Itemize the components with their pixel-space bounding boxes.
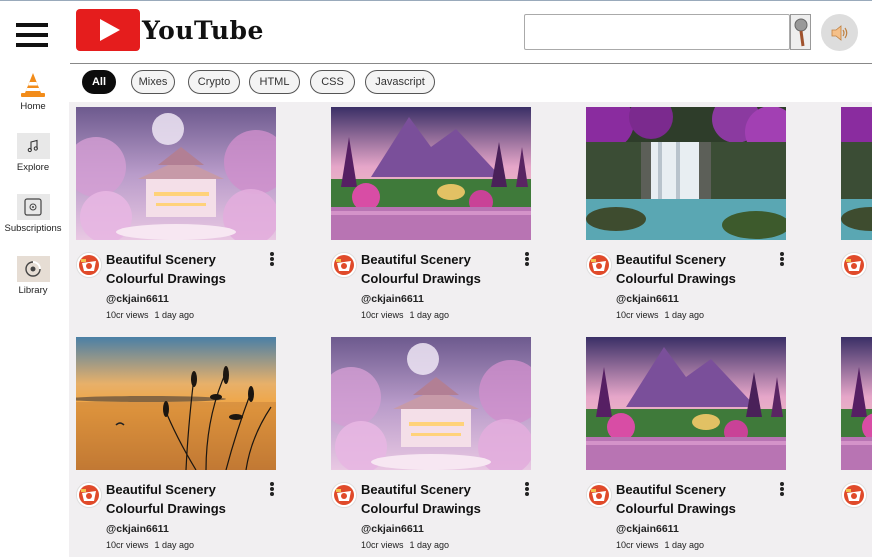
upload-age: 1 day ago [154,540,195,550]
channel-avatar[interactable] [331,252,357,278]
upload-age: 1 day ago [664,310,705,320]
music-note-icon [16,133,50,159]
upload-age: 1 day ago [154,310,195,320]
more-options-icon[interactable] [779,482,785,496]
video-thumbnail[interactable] [841,337,872,470]
view-count: 10cr views [361,310,404,320]
sidebar-item-label: Explore [16,162,50,173]
channel-name[interactable]: @ckjain6611 [106,523,169,535]
video-thumbnail[interactable] [331,107,531,240]
view-count: 10cr views [106,540,149,550]
view-count: 10cr views [106,310,149,320]
youtube-logo[interactable]: YouTube [76,9,264,51]
video-card[interactable]: Beautiful Scenery Colourful Drawings @ck… [579,102,799,327]
video-title[interactable]: Beautiful Scenery Colourful Drawings [616,480,766,518]
upload-age: 1 day ago [664,540,705,550]
video-title[interactable]: Beautiful Scenery Colourful Drawings [616,250,766,288]
sidebar-item-library[interactable]: Library [0,256,66,296]
video-card[interactable]: Beautiful Scenery Colourful Drawings @ck… [324,332,544,557]
channel-avatar[interactable] [586,482,612,508]
video-title[interactable]: Beautiful Scenery Colourful Drawings [361,250,511,288]
video-grid: Beautiful Scenery Colourful Drawings @ck… [69,102,872,557]
video-thumbnail[interactable] [841,107,872,240]
more-options-icon[interactable] [524,252,530,266]
sidebar-item-explore[interactable]: Explore [0,133,66,173]
video-card[interactable]: Beautiful Scenery Colourful Drawings @ck… [324,102,544,327]
hamburger-menu-icon[interactable] [16,23,48,47]
sidebar-item-label: Subscriptions [4,223,62,234]
chip-javascript[interactable]: Javascript [365,70,435,94]
video-meta: 10cr views 1 day ago [616,310,704,320]
search-input[interactable] [524,14,790,50]
more-options-icon[interactable] [779,252,785,266]
video-card[interactable]: Beautiful Scenery Colourful Drawings @ck… [579,332,799,557]
video-meta: 10cr views 1 day ago [361,310,449,320]
sidebar: Home Explore Subscriptions Library [0,63,68,557]
upload-age: 1 day ago [409,540,450,550]
channel-name[interactable]: @ckjain6611 [106,293,169,305]
video-thumbnail[interactable] [76,337,276,470]
chip-crypto[interactable]: Crypto [188,70,240,94]
video-card-partial[interactable] [834,332,872,557]
subscriptions-icon [16,194,50,220]
upload-age: 1 day ago [409,310,450,320]
more-options-icon[interactable] [524,482,530,496]
video-meta: 10cr views 1 day ago [361,540,449,550]
chip-css[interactable]: CSS [310,70,355,94]
video-thumbnail[interactable] [76,107,276,240]
channel-avatar[interactable] [76,482,102,508]
logo-text: YouTube [142,15,264,45]
channel-name[interactable]: @ckjain6611 [616,293,679,305]
channel-avatar[interactable] [76,252,102,278]
more-options-icon[interactable] [269,252,275,266]
search-button[interactable] [790,14,811,50]
library-icon [16,256,50,282]
view-count: 10cr views [361,540,404,550]
play-icon [76,9,140,51]
sidebar-item-home[interactable]: Home [0,72,66,112]
view-count: 10cr views [616,310,659,320]
sidebar-item-label: Home [20,101,46,112]
video-thumbnail[interactable] [586,107,786,240]
vlc-cone-icon [17,72,50,98]
video-meta: 10cr views 1 day ago [106,540,194,550]
channel-avatar[interactable] [586,252,612,278]
voice-search-button[interactable] [821,14,858,51]
video-thumbnail[interactable] [331,337,531,470]
sidebar-item-label: Library [18,285,48,296]
channel-avatar[interactable] [331,482,357,508]
video-card[interactable]: Beautiful Scenery Colourful Drawings @ck… [69,332,289,557]
channel-avatar[interactable] [841,252,867,278]
video-thumbnail[interactable] [586,337,786,470]
chip-all[interactable]: All [82,70,116,94]
channel-avatar[interactable] [841,482,867,508]
video-title[interactable]: Beautiful Scenery Colourful Drawings [106,480,256,518]
video-title[interactable]: Beautiful Scenery Colourful Drawings [106,250,256,288]
header: YouTube [0,1,872,64]
chip-html[interactable]: HTML [249,70,300,94]
microphone-icon [794,18,807,47]
video-title[interactable]: Beautiful Scenery Colourful Drawings [361,480,511,518]
channel-name[interactable]: @ckjain6611 [361,293,424,305]
video-card[interactable]: Beautiful Scenery Colourful Drawings @ck… [69,102,289,327]
video-meta: 10cr views 1 day ago [106,310,194,320]
more-options-icon[interactable] [269,482,275,496]
channel-name[interactable]: @ckjain6611 [361,523,424,535]
view-count: 10cr views [616,540,659,550]
sidebar-item-subscriptions[interactable]: Subscriptions [0,194,66,234]
video-meta: 10cr views 1 day ago [616,540,704,550]
video-card-partial[interactable] [834,102,872,327]
chip-mixes[interactable]: Mixes [131,70,175,94]
header-divider [70,63,872,64]
channel-name[interactable]: @ckjain6611 [616,523,679,535]
speaker-icon [831,24,847,41]
